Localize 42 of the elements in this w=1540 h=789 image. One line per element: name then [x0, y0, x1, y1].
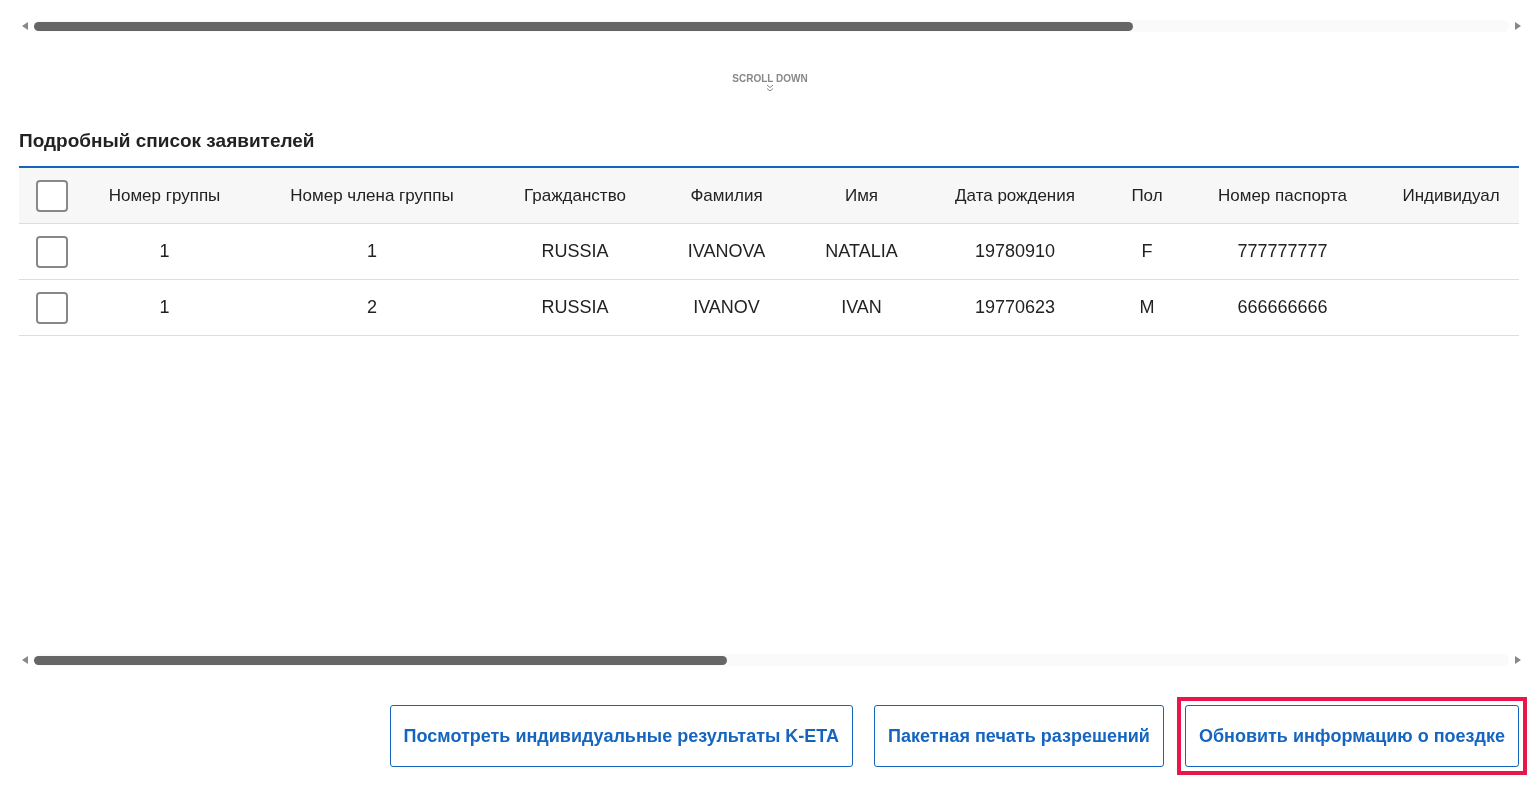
checkbox[interactable]: [36, 235, 68, 268]
scroll-left-icon[interactable]: [22, 22, 28, 30]
action-button[interactable]: Пакетная печать разрешений: [874, 705, 1164, 767]
table-cell-text: IVANOVA: [686, 241, 767, 262]
scrollbar-thumb[interactable]: [34, 655, 728, 665]
column-header: Фамилия: [689, 185, 764, 206]
checkbox[interactable]: [36, 291, 68, 324]
scroll-hint: SCROLL DOWN: [732, 73, 808, 84]
column-header: Дата рождения: [954, 185, 1076, 206]
checkbox[interactable]: [36, 179, 68, 212]
table-cell-text: F: [1140, 241, 1154, 262]
scrollbar-track[interactable]: [34, 20, 1509, 32]
column-header: Индивидуал: [1401, 185, 1501, 206]
double-chevron-down-icon: [766, 84, 774, 92]
table-cell-text: 2: [366, 297, 378, 318]
table-cell-text: M: [1138, 297, 1156, 318]
table-cell-text: RUSSIA: [540, 241, 610, 262]
scroll-right-icon[interactable]: [1515, 656, 1521, 664]
table-cell-text: 666666666: [1236, 297, 1329, 318]
scrollbar-thumb[interactable]: [34, 21, 1133, 31]
table-cell-text: 19770623: [973, 297, 1057, 318]
table-cell-text: RUSSIA: [540, 297, 610, 318]
column-header: Имя: [843, 185, 880, 206]
table-cell-text: 1: [158, 241, 171, 262]
action-button[interactable]: Посмотреть индивидуальные результаты K-ETA: [389, 705, 854, 767]
table-cell-text: 19780910: [973, 241, 1057, 262]
column-header: Номер члена группы: [289, 185, 455, 206]
column-header: Пол: [1130, 185, 1164, 206]
table-cell-text: IVANOV: [692, 297, 761, 318]
scroll-left-icon[interactable]: [22, 656, 28, 664]
column-header: Гражданство: [523, 185, 627, 206]
table-cell-text: 1: [158, 297, 171, 318]
section-title: Подробный список заявителей: [19, 130, 316, 152]
table-cell-text: 1: [366, 241, 378, 262]
action-button[interactable]: Обновить информацию о поездке: [1184, 705, 1519, 767]
table-cell-text: NATALIA: [824, 241, 899, 262]
scrollbar-track[interactable]: [34, 654, 1509, 666]
column-header: Номер группы: [107, 185, 222, 206]
column-header: Номер паспорта: [1217, 185, 1348, 206]
table-cell-text: IVAN: [840, 297, 883, 318]
table-cell-text: 777777777: [1236, 241, 1329, 262]
scroll-right-icon[interactable]: [1515, 22, 1521, 30]
